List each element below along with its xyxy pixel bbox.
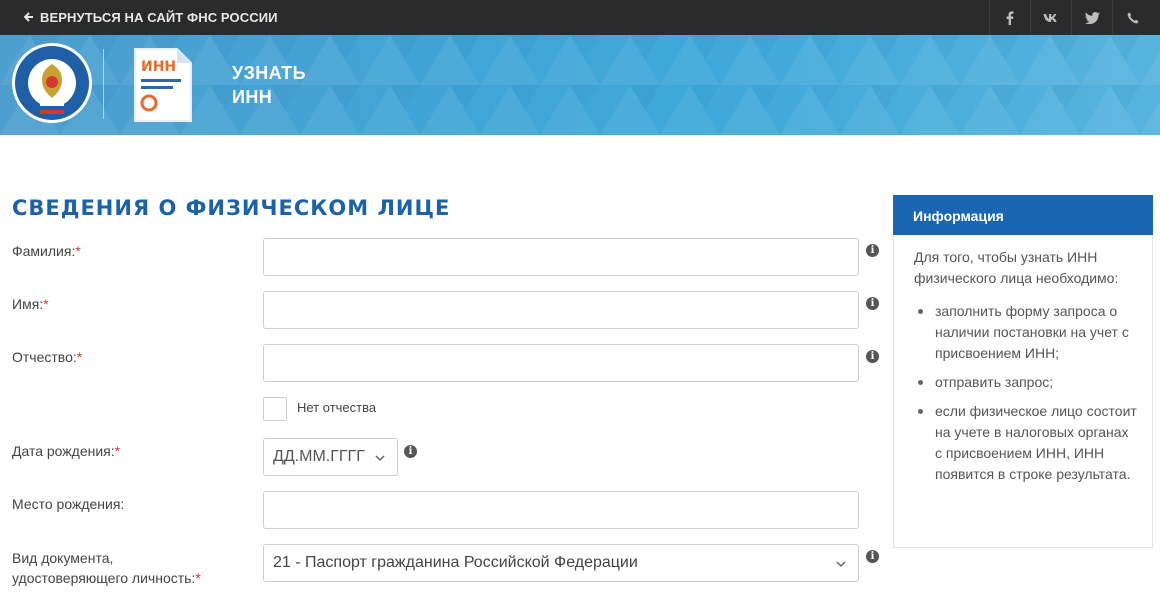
patronymic-input[interactable]: [263, 344, 859, 382]
required-mark: *: [75, 243, 81, 259]
doc-type-info-icon[interactable]: i: [866, 550, 879, 563]
service-title: УЗНАТЬ ИНН: [232, 61, 306, 109]
birth-date-picker[interactable]: ДД.ММ.ГГГГ: [263, 438, 398, 476]
facebook-icon[interactable]: [989, 0, 1030, 35]
birth-place-label: Место рождения:: [12, 496, 125, 512]
list-item: отправить запрос;: [914, 372, 1139, 393]
surname-label: Фамилия:*: [12, 243, 81, 259]
required-mark: *: [114, 443, 121, 459]
fns-logo[interactable]: [11, 42, 93, 124]
info-panel: Информация Для того, чтобы узнать ИНН фи…: [893, 195, 1153, 548]
chevron-down-icon: [375, 455, 385, 462]
info-panel-intro: Для того, чтобы узнать ИНН физического л…: [914, 249, 1119, 286]
inn-document-icon: ИНН: [133, 47, 193, 123]
name-label: Имя:*: [12, 296, 49, 312]
patronymic-label: Отчество:*: [12, 349, 83, 365]
chevron-down-icon: [836, 561, 846, 568]
required-mark: *: [76, 349, 83, 365]
required-mark: *: [195, 570, 201, 586]
surname-info-icon[interactable]: i: [866, 244, 879, 257]
name-input[interactable]: [263, 291, 859, 329]
service-title-line1: УЗНАТЬ: [232, 63, 306, 83]
list-item: заполнить форму запроса о наличии постан…: [914, 301, 1139, 364]
back-link-label: ВЕРНУТЬСЯ НА САЙТ ФНС РОССИИ: [40, 10, 278, 25]
doc-type-label: Вид документа, удостоверяющего личность:…: [12, 550, 201, 586]
list-item: если физическое лицо состоит на учете в …: [914, 401, 1139, 485]
info-panel-title: Информация: [893, 195, 1153, 235]
name-info-icon[interactable]: i: [866, 297, 879, 310]
doc-type-value: 21 - Паспорт гражданина Российской Федер…: [273, 554, 638, 571]
svg-text:ИНН: ИНН: [141, 59, 176, 75]
no-patronymic-label[interactable]: Нет отчества: [297, 400, 376, 415]
required-mark: *: [43, 296, 49, 312]
header-banner: ИНН УЗНАТЬ ИНН: [0, 35, 1160, 135]
birth-date-placeholder: ДД.ММ.ГГГГ: [273, 448, 365, 465]
banner-divider: [103, 49, 104, 119]
birth-place-input[interactable]: [263, 491, 859, 529]
no-patronymic-checkbox[interactable]: [263, 397, 287, 421]
phone-icon[interactable]: [1112, 0, 1153, 35]
doc-type-select[interactable]: 21 - Паспорт гражданина Российской Федер…: [263, 544, 859, 582]
birth-date-info-icon[interactable]: i: [404, 445, 417, 458]
surname-input[interactable]: [263, 238, 859, 276]
back-to-fns-link[interactable]: ВЕРНУТЬСЯ НА САЙТ ФНС РОССИИ: [23, 0, 278, 35]
info-panel-list: заполнить форму запроса о наличии постан…: [914, 301, 1139, 493]
service-title-line2: ИНН: [232, 87, 273, 107]
patronymic-info-icon[interactable]: i: [866, 350, 879, 363]
top-bar: ВЕРНУТЬСЯ НА САЙТ ФНС РОССИИ: [0, 0, 1160, 35]
twitter-icon[interactable]: [1071, 0, 1112, 35]
birth-date-label: Дата рождения:*: [12, 443, 121, 459]
vk-icon[interactable]: [1030, 0, 1071, 35]
arrow-left-icon: [23, 11, 34, 25]
section-title: СВЕДЕНИЯ О ФИЗИЧЕСКОМ ЛИЦЕ: [12, 196, 451, 220]
